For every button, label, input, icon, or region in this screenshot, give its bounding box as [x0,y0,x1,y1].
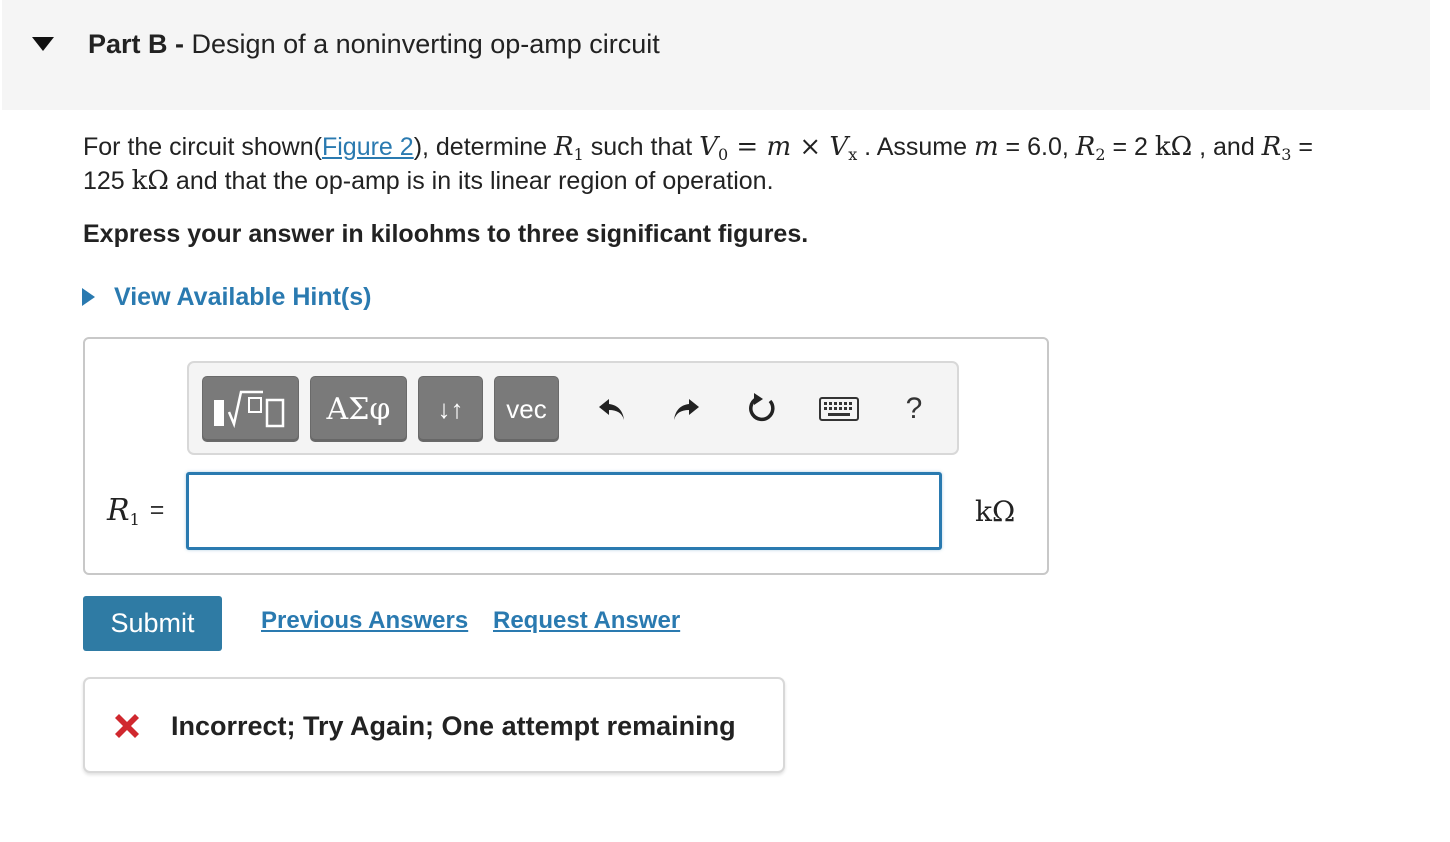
part-label: Part B - [88,29,185,59]
answer-variable-label: R1 = [107,493,164,528]
feedback-message: Incorrect; Try Again; One attempt remain… [171,711,736,741]
templates-icon [213,390,284,429]
vector-button[interactable]: vec [494,376,559,442]
problem-text: . Assume [857,133,974,161]
instruction-text: Express your answer in kiloohms to three… [83,220,809,248]
r1-answer-symbol: R1 [107,493,140,529]
part-title-text: Design of a noninverting op-amp circuit [191,29,660,59]
r3-value: 125 [83,167,132,195]
answer-input[interactable] [186,472,942,550]
problem-text: such that [583,133,700,161]
undo-icon[interactable] [587,376,637,442]
redo-icon[interactable] [661,376,711,442]
problem-statement: For the circuit shown(Figure 2), determi… [83,130,1413,198]
r2-symbol: R2 [1075,132,1106,164]
submit-button[interactable]: Submit [83,596,222,651]
caret-right-icon [82,288,95,306]
figure-link[interactable]: Figure 2 [322,133,414,161]
answer-panel: ΑΣφ ↓↑ vec ? R1 = kΩ [83,337,1049,575]
r2-value: = 2 [1105,133,1155,161]
feedback-box: Incorrect; Try Again; One attempt remain… [83,677,785,773]
vx-symbol: Vx [829,132,858,164]
error-x-icon [115,714,139,738]
problem-text: and that the op-amp is in its linear reg… [168,167,774,195]
problem-text: ), determine [413,133,555,161]
m-value: = 6.0, [998,133,1076,161]
previous-answers-link[interactable]: Previous Answers [261,607,468,635]
subscript-superscript-button[interactable]: ↓↑ [418,376,483,442]
r3-symbol: R3 [1261,132,1292,164]
collapse-triangle-icon[interactable] [32,37,54,53]
kohm-unit: kΩ [1154,132,1193,162]
m-symbol: m [973,132,999,162]
r1-symbol: R1 [554,132,584,164]
problem-text: , and [1192,133,1262,161]
greek-button[interactable]: ΑΣφ [310,376,407,442]
kohm-unit: kΩ [131,166,169,196]
v0-symbol: V0 [699,132,729,164]
request-answer-link[interactable]: Request Answer [493,607,680,635]
part-title: Part B - Design of a noninverting op-amp… [88,29,660,60]
view-hints-link[interactable]: View Available Hint(s) [82,281,371,313]
hints-label: View Available Hint(s) [114,282,372,311]
unit-label: kΩ [975,495,1016,528]
problem-text: = [1291,133,1313,161]
reset-icon[interactable] [737,376,787,442]
equation-expr: = m × [728,132,830,162]
keyboard-icon[interactable] [814,376,864,442]
problem-text: For the circuit shown( [83,133,322,161]
equals-sign: = [149,496,165,524]
math-toolbar: ΑΣφ ↓↑ vec ? [187,361,959,455]
part-header: Part B - Design of a noninverting op-amp… [2,0,1430,110]
templates-button[interactable] [202,376,299,442]
help-button[interactable]: ? [889,376,939,442]
